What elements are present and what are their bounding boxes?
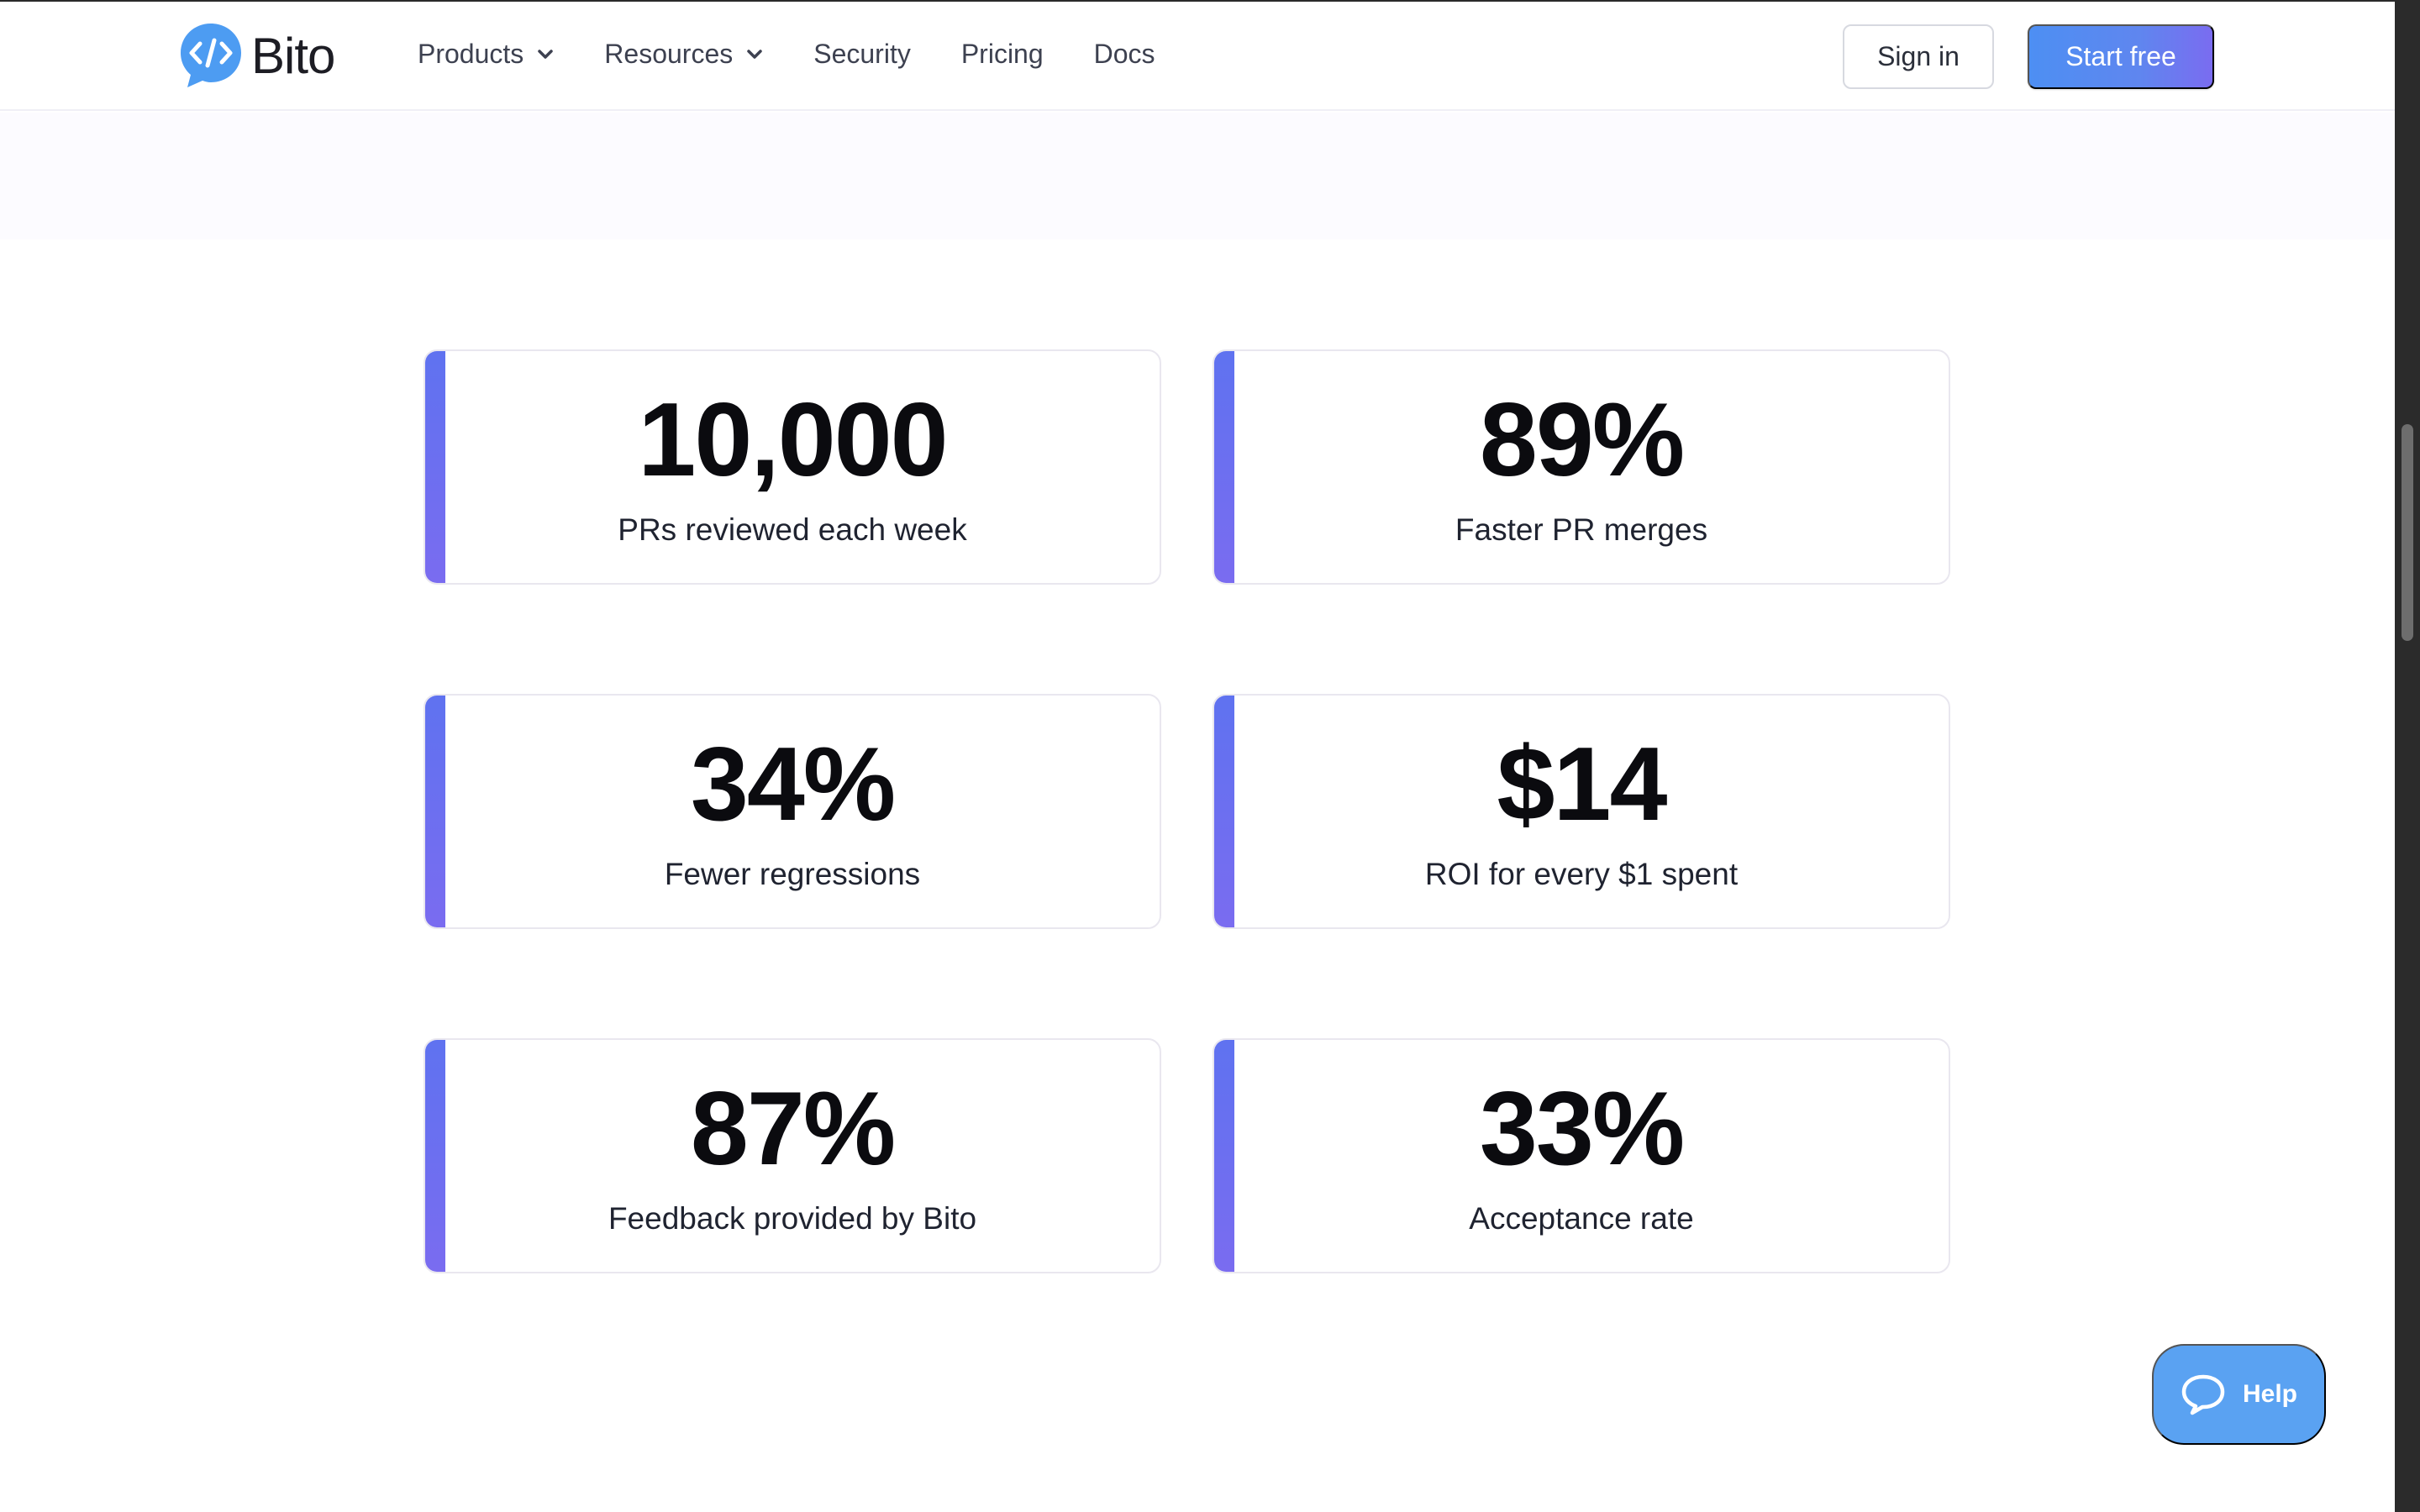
stat-value: 10,000 xyxy=(638,382,948,498)
chat-bubble-icon xyxy=(2181,1374,2225,1415)
stat-label: PRs reviewed each week xyxy=(618,512,967,547)
scrollbar-track[interactable] xyxy=(2395,0,2420,1512)
main-nav: Products Resources Security Pricing Docs xyxy=(418,39,1206,70)
chevron-down-icon xyxy=(747,49,762,59)
help-label: Help xyxy=(2242,1380,2297,1408)
stat-value: 87% xyxy=(690,1071,896,1187)
hero-band xyxy=(0,113,2395,239)
sign-in-button[interactable]: Sign in xyxy=(1843,24,1994,89)
stat-label: ROI for every $1 spent xyxy=(1424,857,1739,891)
stat-card: 89% Faster PR merges xyxy=(1213,349,1950,585)
stat-card: 87% Feedback provided by Bito xyxy=(424,1038,1161,1273)
nav-docs[interactable]: Docs xyxy=(1094,39,1155,70)
nav-products-label: Products xyxy=(418,39,524,69)
nav-pricing-label: Pricing xyxy=(960,39,1044,69)
stat-value: 34% xyxy=(690,727,896,843)
stat-card: 34% Fewer regressions xyxy=(424,694,1161,929)
stat-label: Faster PR merges xyxy=(1455,512,1708,547)
stat-card: 10,000 PRs reviewed each week xyxy=(424,349,1161,585)
nav-resources-label: Resources xyxy=(604,39,734,69)
nav-docs-label: Docs xyxy=(1093,39,1155,69)
stat-card: $14 ROI for every $1 spent xyxy=(1213,694,1950,929)
code-chat-bubble-icon xyxy=(181,24,241,87)
stat-card: 33% Acceptance rate xyxy=(1213,1038,1950,1273)
nav-resources[interactable]: Resources xyxy=(604,39,763,70)
nav-security-label: Security xyxy=(813,39,911,69)
stat-label: Acceptance rate xyxy=(1469,1201,1694,1236)
stat-value: 89% xyxy=(1479,382,1685,498)
stat-label: Fewer regressions xyxy=(664,857,921,891)
page: Bito Products Resources Security Pricing… xyxy=(0,0,2420,1512)
nav-security[interactable]: Security xyxy=(813,39,911,70)
stat-label: Feedback provided by Bito xyxy=(608,1201,977,1236)
logo-link[interactable]: Bito xyxy=(179,22,335,89)
help-button[interactable]: Help xyxy=(2152,1344,2326,1445)
brand-name: Bito xyxy=(251,27,335,84)
nav-products[interactable]: Products xyxy=(418,39,554,70)
chevron-down-icon xyxy=(538,49,554,59)
start-free-button[interactable]: Start free xyxy=(2028,24,2214,89)
stat-value: $14 xyxy=(1497,727,1668,843)
scrollbar-thumb[interactable] xyxy=(2402,424,2413,641)
nav-pricing[interactable]: Pricing xyxy=(961,39,1044,70)
site-header: Bito Products Resources Security Pricing… xyxy=(0,2,2395,111)
stat-value: 33% xyxy=(1479,1071,1685,1187)
